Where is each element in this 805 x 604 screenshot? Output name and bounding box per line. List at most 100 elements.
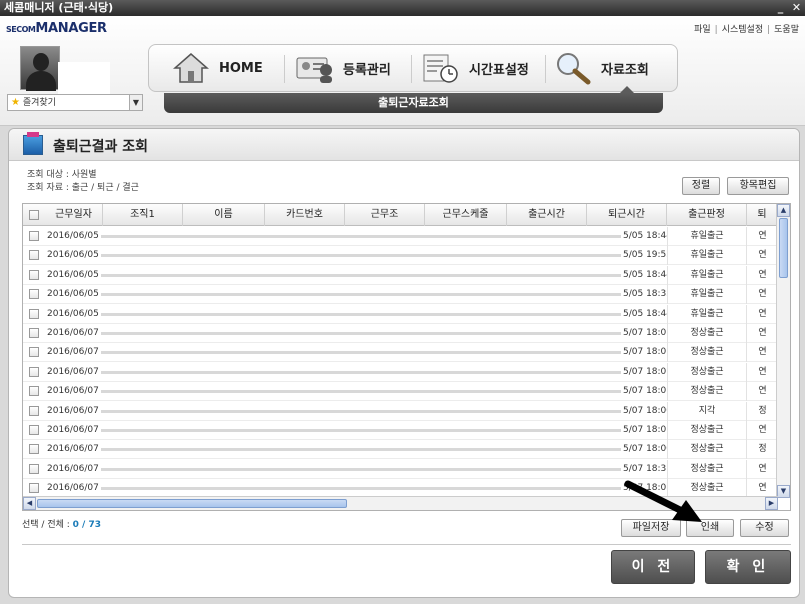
link-help[interactable]: 도움말 [774,25,799,35]
table-row[interactable]: 2016/06/07 5/07 18:01정상출근 연 [23,343,778,363]
modify-button[interactable]: 수정 [740,519,789,537]
column-header[interactable]: 조직1 [103,204,183,226]
table-row[interactable]: 2016/06/07 5/07 18:01정상출근 연 [23,421,778,440]
cell-judge: 정상출근 [667,362,747,382]
redacted-area [101,429,621,432]
table-row[interactable]: 2016/06/05 5/05 18:44휴일출근 연 [23,304,778,324]
cell-last: 연 [758,366,767,377]
row-checkbox[interactable] [29,463,39,474]
horizontal-scrollbar[interactable]: ◀ ▶ [23,496,778,510]
row-checkbox[interactable] [29,328,39,338]
column-header[interactable]: 근무스케줄 [425,204,507,226]
table-row[interactable]: 2016/06/05 5/05 19:55휴일출근 연 [23,246,778,266]
row-checkbox[interactable] [29,366,39,377]
row-checkbox[interactable] [29,386,39,397]
table-row[interactable]: 2016/06/07 5/07 18:00지각 정 [23,401,778,421]
subnav-data-lookup[interactable]: 출퇴근자료조회 [378,96,449,109]
cell-date: 2016/06/07 [47,425,99,435]
avatar [20,46,60,91]
table-row[interactable]: 2016/06/07 5/07 18:01정상출근 연 [23,362,778,382]
nav-registration[interactable]: 등록관리 [295,45,391,91]
cell-date: 2016/06/05 [47,269,99,280]
cell-out-time: 5/05 18:44 [623,308,667,319]
close-button[interactable]: ✕ [790,1,803,14]
column-header[interactable]: 근무일자 [45,204,103,226]
prev-button[interactable]: 이 전 [611,550,695,584]
row-checkbox[interactable] [29,444,39,455]
scroll-left-icon[interactable]: ◀ [23,497,36,510]
cell-date: 2016/06/05 [47,289,99,300]
edit-columns-button[interactable]: 항목편집 [727,177,789,195]
print-button[interactable]: 인쇄 [686,519,734,537]
sort-button[interactable]: 정렬 [682,177,720,195]
chevron-down-icon[interactable]: ▼ [129,95,142,110]
table-row[interactable]: 2016/06/05 5/05 18:35휴일출근 연 [23,285,778,305]
redacted-area [101,448,621,452]
calendar-icon [23,132,43,155]
row-checkbox[interactable] [29,405,39,416]
vertical-scroll-thumb[interactable] [779,218,788,278]
link-file[interactable]: 파일 [694,25,711,35]
nav-home[interactable]: HOME [171,45,263,91]
cell-last: 연 [758,289,767,300]
cell-last: 연 [758,308,767,319]
window-title: 세콤매니저 (근태·식당) [4,1,114,14]
app-logo: SECOMMANAGER [6,21,107,36]
cell-last: 연 [758,425,767,435]
vertical-scrollbar[interactable]: ▲ ▼ [776,204,790,498]
scroll-up-icon[interactable]: ▲ [777,204,790,217]
nav-timetable-settings[interactable]: 시간표설정 [421,45,529,91]
cell-last: 연 [758,386,767,397]
cell-judge: 휴일출근 [667,304,747,324]
cell-last: 정 [758,444,767,455]
minimize-button[interactable]: _ [774,1,787,14]
save-file-button[interactable]: 파일저장 [621,519,681,537]
confirm-button[interactable]: 확 인 [705,550,791,584]
favorites-select[interactable]: ★ 즐겨찾기 ▼ [7,94,143,111]
row-checkbox[interactable] [29,483,39,494]
cell-last: 연 [758,328,767,338]
table-row[interactable]: 2016/06/05 5/05 18:44휴일출근 연 [23,265,778,285]
select-all-checkbox[interactable] [29,210,39,220]
row-checkbox[interactable] [29,250,39,261]
cell-judge: 정상출근 [667,324,747,343]
row-checkbox[interactable] [29,231,39,241]
row-checkbox[interactable] [29,308,39,319]
window-controls: _ ✕ [774,1,803,14]
column-header[interactable]: 카드번호 [265,204,345,226]
cell-last: 연 [758,231,767,241]
scroll-down-icon[interactable]: ▼ [777,485,790,498]
subnav-bar: 출퇴근자료조회 [164,86,663,113]
home-icon [171,51,211,85]
cell-out-time: 5/07 18:37 [623,463,667,474]
column-header[interactable]: 퇴근시간 [587,204,667,226]
cell-judge: 정상출근 [667,421,747,440]
table-row[interactable]: 2016/06/07 5/07 18:37정상출근 연 [23,459,778,479]
row-checkbox[interactable] [29,269,39,280]
table-row[interactable]: 2016/06/07 5/07 18:01정상출근 연 [23,382,778,402]
table-row[interactable]: 2016/06/05 5/05 18:44휴일출근 연 [23,227,778,246]
scroll-right-icon[interactable]: ▶ [765,497,778,510]
link-system-settings[interactable]: 시스템설정 [722,25,763,35]
cell-judge: 정상출근 [667,440,747,460]
table-row[interactable]: 2016/06/07 5/07 18:00정상출근 정 [23,440,778,460]
app-header: SECOMMANAGER 파일 | 시스템설정 | 도움말 ★ 즐겨찾기 ▼ HOME … [0,16,805,126]
cell-date: 2016/06/07 [47,386,99,397]
column-header[interactable]: 출근판정 [667,204,747,226]
favorites-label: 즐겨찾기 [22,98,56,108]
horizontal-scroll-thumb[interactable] [37,499,347,508]
row-checkbox[interactable] [29,289,39,300]
selection-count: 선택 / 전체 : 0 / 73 [22,520,101,530]
column-header[interactable]: 퇴 [747,204,778,226]
window-titlebar: 세콤매니저 (근태·식당) _ ✕ [0,0,805,16]
nav-data-lookup[interactable]: 자료조회 [553,45,649,91]
table-row[interactable]: 2016/06/07 5/07 18:01정상출근 연 [23,324,778,343]
row-checkbox[interactable] [29,425,39,435]
cell-judge: 지각 [667,401,747,421]
cell-judge: 휴일출근 [667,285,747,305]
column-header[interactable]: 출근시간 [507,204,587,226]
column-header[interactable]: 근무조 [345,204,425,226]
column-header[interactable]: 이름 [183,204,265,226]
divider [22,544,791,545]
row-checkbox[interactable] [29,347,39,358]
